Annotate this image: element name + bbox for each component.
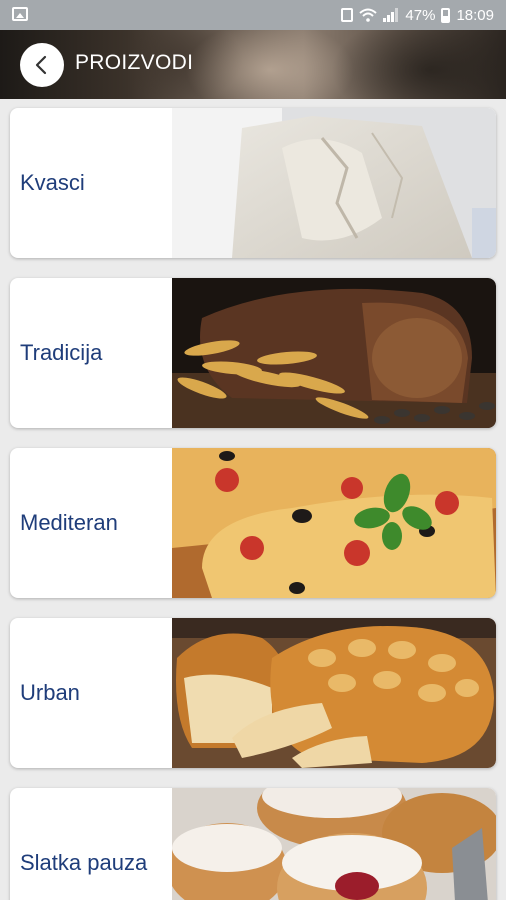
status-indicators: 47% 18:09 — [341, 0, 494, 30]
rye-bread-wheat-photo — [172, 278, 496, 428]
product-card-mediteran[interactable]: Mediteran — [10, 448, 496, 598]
focaccia-photo — [172, 448, 496, 598]
battery-icon — [441, 7, 451, 23]
status-bar: 47% 18:09 — [0, 0, 506, 30]
chevron-left-icon — [35, 55, 47, 75]
product-list: Kvasci Tradicija Mediteran Urban Slatka … — [0, 99, 506, 900]
back-button[interactable] — [20, 43, 64, 87]
alarm-icon — [341, 8, 354, 22]
product-card-tradicija[interactable]: Tradicija — [10, 278, 496, 428]
clock: 18:09 — [456, 6, 494, 24]
product-card-slatka-pauza[interactable]: Slatka pauza — [10, 788, 496, 900]
white-bread-loaves-photo — [172, 618, 496, 768]
image-icon — [12, 7, 28, 21]
product-label: Mediteran — [20, 510, 118, 535]
signal-icon — [383, 8, 399, 22]
product-label: Tradicija — [20, 340, 103, 365]
wifi-icon — [359, 8, 378, 22]
product-card-urban[interactable]: Urban — [10, 618, 496, 768]
yeast-block-photo — [172, 108, 496, 258]
app-header: PROIZVODI — [0, 30, 506, 99]
product-card-kvasci[interactable]: Kvasci — [10, 108, 496, 258]
product-label: Slatka pauza — [20, 850, 148, 875]
product-label: Kvasci — [20, 170, 85, 195]
battery-percent: 47% — [405, 6, 436, 24]
page-title: PROIZVODI — [75, 51, 194, 74]
donuts-photo — [172, 788, 496, 900]
product-label: Urban — [20, 680, 80, 705]
